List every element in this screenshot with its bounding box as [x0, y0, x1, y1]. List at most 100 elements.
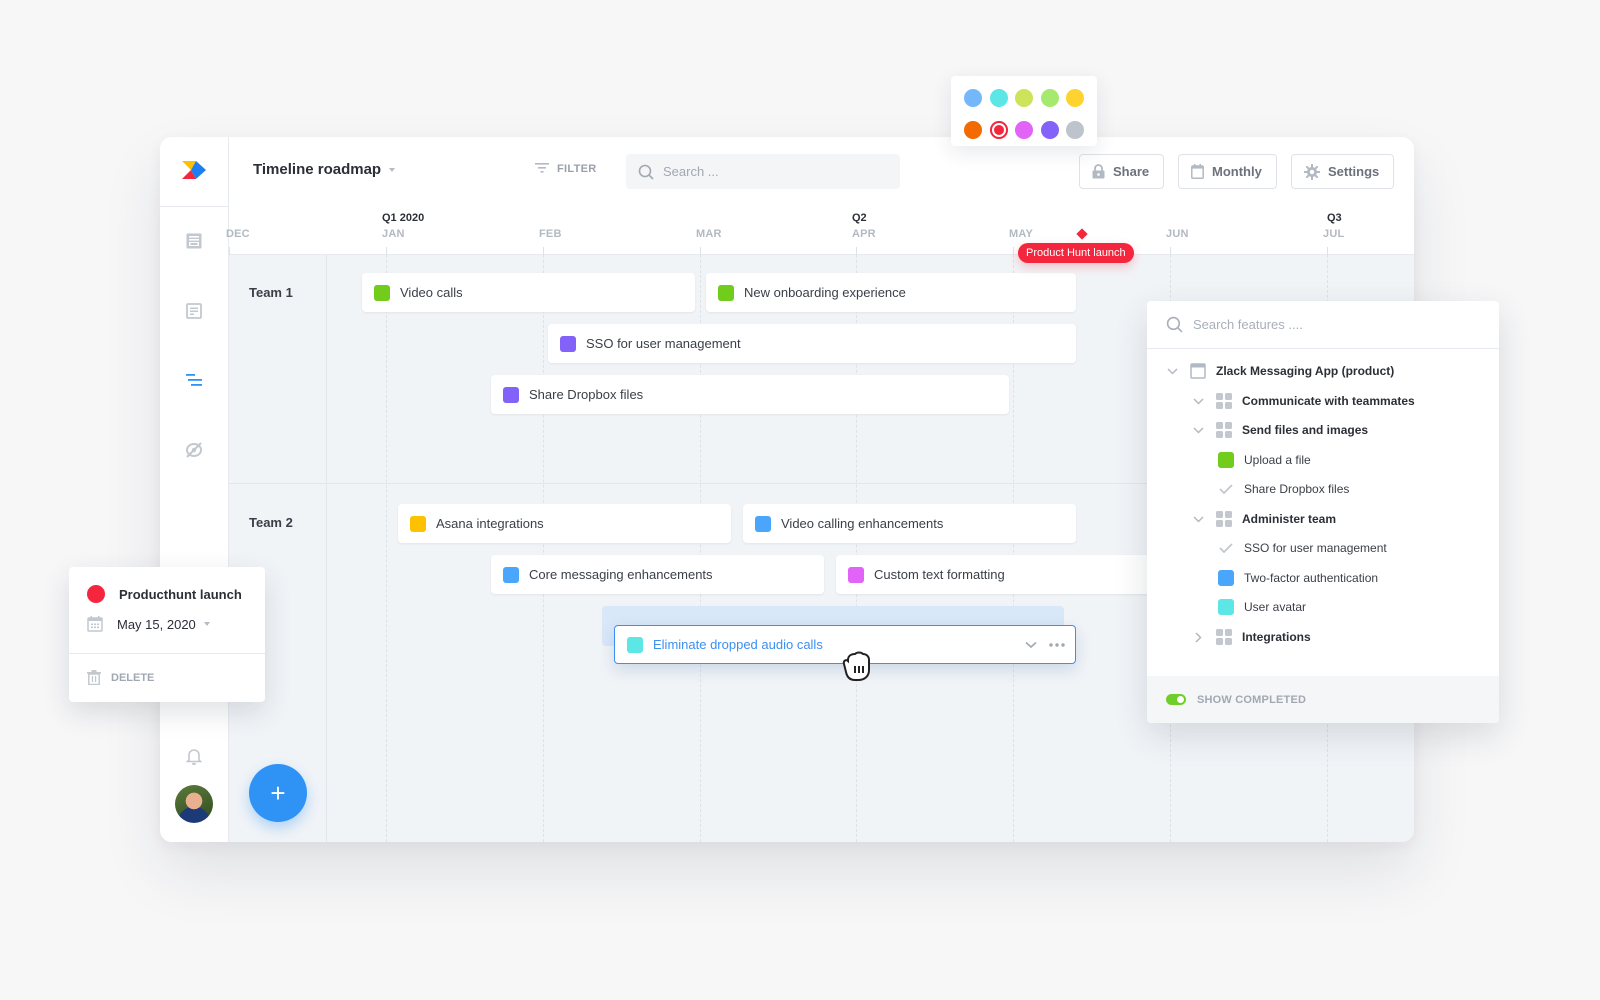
team-column-divider: [326, 255, 327, 842]
roadmap-bar[interactable]: New onboarding experience: [706, 273, 1076, 312]
chevron-down-icon[interactable]: [1192, 426, 1204, 434]
monthly-label: Monthly: [1212, 164, 1262, 179]
filter-button[interactable]: FILTER: [535, 163, 596, 175]
search-icon: [638, 164, 654, 180]
milestone-date-row[interactable]: May 15, 2020: [87, 616, 210, 632]
team-label: Team 1: [249, 285, 293, 300]
tree-item[interactable]: Zlack Messaging App (product): [1166, 361, 1394, 381]
color-swatch: [374, 284, 390, 301]
sidebar: [160, 137, 229, 842]
color-option[interactable]: [964, 121, 982, 140]
color-swatch: [718, 284, 734, 301]
tree-item-label: Send files and images: [1242, 423, 1369, 437]
notes-icon[interactable]: [184, 231, 204, 251]
document-icon[interactable]: [184, 301, 204, 321]
checkmark-icon: [1218, 540, 1234, 556]
color-option[interactable]: [1015, 89, 1033, 107]
bar-label: Video calling enhancements: [781, 516, 944, 531]
show-completed-row: SHOW COMPLETED: [1147, 676, 1499, 723]
roadmap-bar[interactable]: Custom text formatting: [836, 555, 1166, 594]
roadmap-icon[interactable]: [184, 370, 204, 390]
features-panel: Zlack Messaging App (product) Communicate…: [1147, 301, 1499, 723]
color-option[interactable]: [1040, 89, 1059, 107]
color-option[interactable]: [964, 89, 982, 107]
tree-item[interactable]: SSO for user management: [1218, 538, 1387, 558]
roadmap-bar[interactable]: Video calling enhancements: [743, 504, 1076, 543]
milestone-popover: Producthunt launch May 15, 2020 DELETE: [69, 567, 265, 702]
chevron-right-icon[interactable]: [1192, 631, 1204, 643]
filter-icon: [535, 163, 549, 173]
share-button[interactable]: Share: [1079, 154, 1165, 189]
color-swatch: [503, 386, 519, 403]
color-option[interactable]: [1066, 121, 1084, 140]
roadmap-bar[interactable]: SSO for user management: [548, 324, 1076, 363]
roadmap-bar[interactable]: Video calls: [362, 273, 695, 312]
bar-label: Custom text formatting: [874, 567, 1005, 582]
milestone-color-dot[interactable]: [87, 585, 105, 603]
tree-item-label: Communicate with teammates: [1242, 394, 1415, 408]
color-option[interactable]: [1040, 121, 1059, 140]
calendar-icon: [1191, 164, 1204, 179]
color-option[interactable]: [1066, 89, 1084, 107]
tree-item[interactable]: Upload a file: [1218, 450, 1311, 470]
grab-cursor-icon: [842, 651, 870, 681]
delete-button[interactable]: DELETE: [87, 670, 154, 685]
feature-search-input[interactable]: [1193, 317, 1473, 332]
color-swatch: [560, 335, 576, 352]
chevron-down-icon[interactable]: [1192, 397, 1204, 405]
component-grid-icon: [1216, 629, 1232, 645]
add-button[interactable]: +: [249, 764, 307, 822]
color-option[interactable]: [989, 89, 1008, 107]
month-tick: [1013, 247, 1014, 255]
popover-divider: [69, 653, 265, 654]
tree-item[interactable]: Administer team: [1192, 509, 1336, 529]
roadmap-title-dropdown[interactable]: Timeline roadmap: [253, 161, 396, 178]
gridline: [543, 255, 544, 842]
month-tick: [229, 247, 230, 255]
bell-icon[interactable]: [184, 746, 204, 766]
app-logo[interactable]: [180, 159, 208, 181]
tree-item[interactable]: User avatar: [1218, 597, 1306, 617]
tree-item[interactable]: Share Dropbox files: [1218, 479, 1349, 499]
color-option[interactable]: [989, 121, 1008, 140]
month-label: MAY: [1009, 228, 1034, 240]
month-tick: [386, 247, 387, 255]
tree-item-label: Share Dropbox files: [1244, 482, 1350, 496]
settings-label: Settings: [1328, 164, 1380, 179]
bar-actions: [1025, 626, 1065, 663]
milestone-name: Producthunt launch: [119, 586, 242, 602]
tree-item[interactable]: Send files and images: [1192, 420, 1368, 440]
roadmap-bar[interactable]: Asana integrations: [398, 504, 731, 543]
user-avatar[interactable]: [175, 785, 213, 823]
tree-item-label: Zlack Messaging App (product): [1216, 364, 1395, 378]
chevron-down-icon[interactable]: [1166, 367, 1178, 375]
monthly-view-button[interactable]: Monthly: [1178, 154, 1277, 189]
month-label: JUN: [1166, 228, 1189, 240]
month-tick: [1170, 247, 1171, 255]
show-completed-toggle[interactable]: [1166, 694, 1186, 705]
month-tick: [856, 247, 857, 255]
roadmap-bar[interactable]: Core messaging enhancements: [491, 555, 824, 594]
bar-label: Share Dropbox files: [529, 387, 644, 402]
month-label: JUL: [1323, 228, 1345, 240]
milestone-label[interactable]: Product Hunt launch: [1018, 243, 1134, 263]
chevron-down-icon[interactable]: [1025, 641, 1037, 649]
tree-item-label: Integrations: [1242, 630, 1311, 644]
tree-item[interactable]: Communicate with teammates: [1192, 391, 1415, 411]
trash-icon: [87, 670, 101, 685]
tree-item[interactable]: Integrations: [1192, 627, 1311, 647]
bar-label: SSO for user management: [586, 336, 741, 351]
hidden-icon[interactable]: [184, 440, 204, 460]
chevron-down-icon[interactable]: [1192, 515, 1204, 523]
show-completed-label: SHOW COMPLETED: [1197, 693, 1307, 706]
more-options-icon[interactable]: [1049, 642, 1065, 647]
milestone-name-row[interactable]: Producthunt launch: [87, 585, 242, 603]
settings-button[interactable]: Settings: [1291, 154, 1395, 189]
color-swatch: [410, 515, 426, 532]
search-input[interactable]: [663, 164, 883, 179]
color-option[interactable]: [1015, 121, 1033, 140]
tree-item[interactable]: Two-factor authentication: [1218, 568, 1378, 588]
tree-item-label: Administer team: [1242, 512, 1337, 526]
roadmap-bar[interactable]: Share Dropbox files: [491, 375, 1009, 414]
milestone-date: May 15, 2020: [117, 616, 196, 632]
